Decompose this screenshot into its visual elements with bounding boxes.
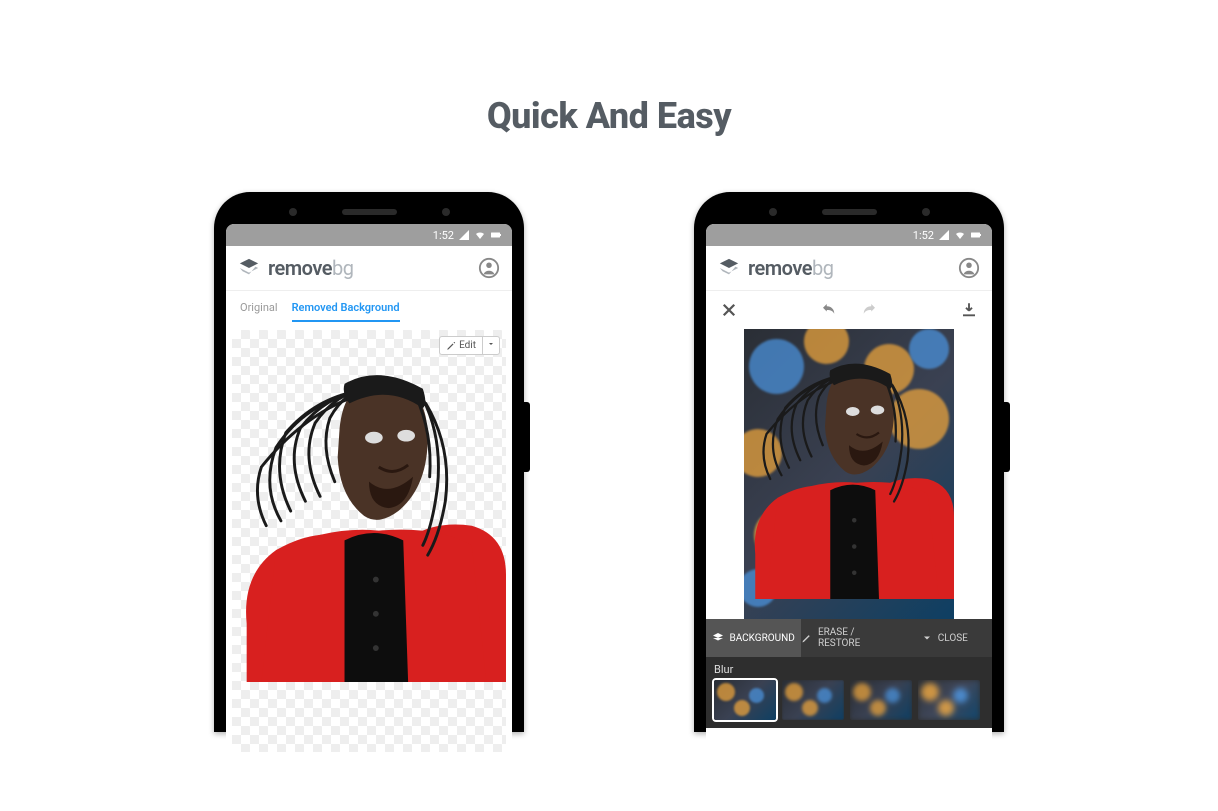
logo-text: removebg [268,256,353,280]
app-header: removebg [706,246,992,291]
battery-icon [970,229,982,241]
blur-thumb-3[interactable] [918,680,980,720]
logo-icon [718,257,740,279]
tab-removed-background[interactable]: Removed Background [292,301,400,322]
undo-icon[interactable] [820,301,838,319]
blur-thumb-2[interactable] [850,680,912,720]
person-cutout [232,330,506,682]
download-icon[interactable] [960,301,978,319]
logo-icon [238,257,260,279]
result-tabs: Original Removed Background [226,291,512,322]
pencil-icon [446,341,456,351]
tab-background[interactable]: BACKGROUND [706,619,801,657]
logo-text: removebg [748,256,833,280]
sensor-dot [289,208,297,216]
blur-thumbnails [714,680,984,720]
editor-toolbar [706,291,992,329]
person-with-bg [744,329,954,599]
signal-icon [458,229,470,241]
battery-icon [490,229,502,241]
blur-thumb-1[interactable] [782,680,844,720]
phone-mockup-1: 1:52 removebg Original Removed Backgroun… [214,192,524,732]
page-heading: Quick And Easy [0,95,1218,137]
wifi-icon [474,229,486,241]
tab-close[interactable]: CLOSE [897,619,992,657]
phone-mockup-2: 1:52 removebg [694,192,1004,732]
eraser-icon [801,632,813,644]
chevron-down-icon [487,340,495,348]
layers-icon [712,632,724,644]
chevron-down-icon [921,632,933,644]
blur-label: Blur [714,663,984,676]
close-icon[interactable] [720,301,738,319]
edit-button[interactable]: Edit [439,336,500,355]
camera-dot [442,208,450,216]
speaker-slit [822,209,877,215]
blur-section: Blur [706,657,992,728]
tab-original[interactable]: Original [240,301,278,322]
camera-dot [922,208,930,216]
wifi-icon [954,229,966,241]
screen-1: 1:52 removebg Original Removed Backgroun… [226,224,512,752]
app-header: removebg [226,246,512,291]
redo-icon[interactable] [860,301,878,319]
status-bar: 1:52 [706,224,992,246]
editor-mode-tabs: BACKGROUND ERASE / RESTORE CLOSE [706,619,992,657]
status-time: 1:52 [433,229,454,242]
speaker-slit [342,209,397,215]
editor-canvas [744,329,954,619]
phone-hardware [706,208,992,216]
user-icon[interactable] [478,257,500,279]
signal-icon [938,229,950,241]
phone-hardware [226,208,512,216]
screen-2: 1:52 removebg [706,224,992,752]
tab-erase-restore[interactable]: ERASE / RESTORE [801,619,896,657]
edit-dropdown-chevron[interactable] [482,337,499,354]
result-canvas: Edit [232,330,506,752]
status-bar: 1:52 [226,224,512,246]
status-time: 1:52 [913,229,934,242]
blur-thumb-0[interactable] [714,680,776,720]
sensor-dot [769,208,777,216]
phones-container: 1:52 removebg Original Removed Backgroun… [0,192,1218,732]
user-icon[interactable] [958,257,980,279]
